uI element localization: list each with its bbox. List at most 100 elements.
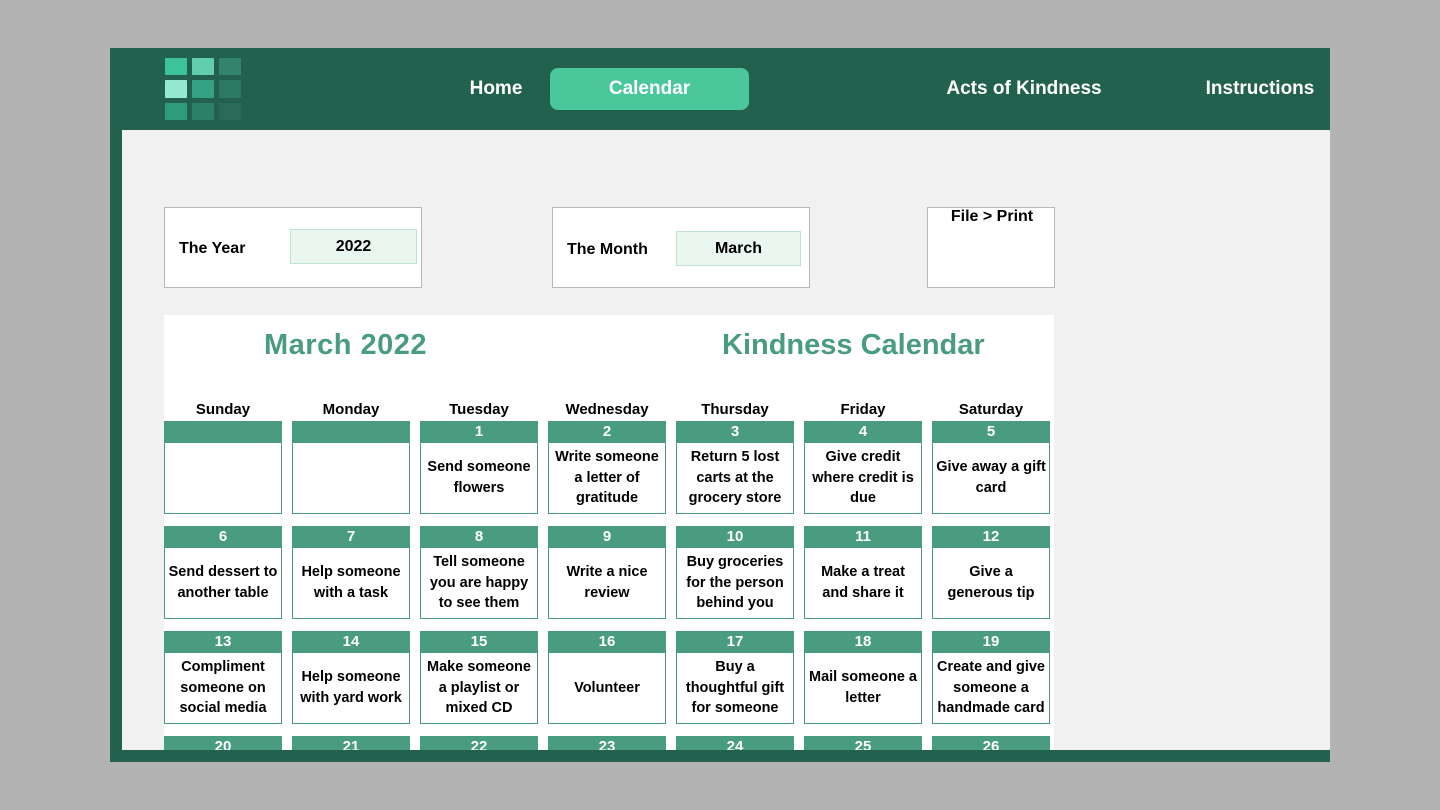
calendar-week-row: 1 Send someone flowers 2 Write someone a le… <box>164 421 1054 526</box>
calendar-day-9[interactable]: 9 Write a nice review <box>548 526 666 619</box>
day-cell-body: Write a nice review <box>548 548 666 619</box>
calendar-day-19[interactable]: 19 Create and give someone a handmade car… <box>932 631 1050 724</box>
day-cell-body: Mail someone a letter <box>804 653 922 724</box>
day-cell-body: Give credit where credit is due <box>804 443 922 514</box>
calendar-day-26[interactable]: 26Leave a kind note for <box>932 736 1050 750</box>
kindness-act-text: Create and give someone a handmade card <box>937 659 1045 717</box>
month-label: The Month <box>567 241 648 258</box>
day-cell-body: Send dessert to another table <box>164 548 282 619</box>
calendar-day-15[interactable]: 15 Make someone a playlist or mixed CD <box>420 631 538 724</box>
calendar-day-8[interactable]: 8 Tell someone you are happy to see them <box>420 526 538 619</box>
kindness-act-text: Give away a gift card <box>936 459 1046 496</box>
day-cell-body: Tell someone you are happy to see them <box>420 548 538 619</box>
calendar-day-18[interactable]: 18 Mail someone a letter <box>804 631 922 724</box>
day-number: 22 <box>420 736 538 750</box>
calendar-week-row: 13 Compliment someone on social media 14 He… <box>164 631 1054 736</box>
day-header-monday: Monday <box>322 401 380 418</box>
kindness-act-text: Mail someone a letter <box>809 669 917 706</box>
day-cell-body: Buy a thoughtful gift for someone <box>676 653 794 724</box>
calendar-month-year-title: March 2022 <box>264 329 427 361</box>
calendar-day-3[interactable]: 3 Return 5 lost carts at the grocery stor… <box>676 421 794 514</box>
calendar-day-empty[interactable] <box>292 421 410 514</box>
month-control-box: The Month March <box>552 207 810 288</box>
calendar-day-13[interactable]: 13 Compliment someone on social media <box>164 631 282 724</box>
calendar-day-12[interactable]: 12 Give a generous tip <box>932 526 1050 619</box>
kindness-act-text: Compliment someone on social media <box>179 659 267 717</box>
calendar-day-7[interactable]: 7 Help someone with a task <box>292 526 410 619</box>
calendar-day-25[interactable]: 25Call someone you admire and <box>804 736 922 750</box>
calendar-day-2[interactable]: 2 Write someone a letter of gratitude <box>548 421 666 514</box>
top-navigation-bar: Home Calendar Acts of Kindness Instructi… <box>110 48 1330 130</box>
day-number: 8 <box>420 526 538 548</box>
day-cell-body: Help someone with a task <box>292 548 410 619</box>
print-control-box[interactable]: File > Print <box>927 207 1055 288</box>
kindness-act-text: Return 5 lost carts at the grocery store <box>688 449 782 507</box>
calendar-day-20[interactable]: 20Buy someone <box>164 736 282 750</box>
calendar-day-23[interactable]: 23Take the time to listen to <box>548 736 666 750</box>
logo-square <box>165 80 187 98</box>
kindness-act-text: Send dessert to another table <box>168 564 278 601</box>
day-number: 1 <box>420 421 538 443</box>
day-cell-body: Compliment someone on social media <box>164 653 282 724</box>
day-cell-body: Make a treat and share it <box>804 548 922 619</box>
day-cell-body: Return 5 lost carts at the grocery store <box>676 443 794 514</box>
logo-square <box>219 58 241 76</box>
calendar-day-11[interactable]: 11 Make a treat and share it <box>804 526 922 619</box>
kindness-act-text: Help someone with yard work <box>300 669 402 706</box>
day-number: 11 <box>804 526 922 548</box>
calendar-day-22[interactable]: 22Pick up trash <box>420 736 538 750</box>
day-cell-body: Give away a gift card <box>932 443 1050 514</box>
calendar-day-10[interactable]: 10 Buy groceries for the person behind yo… <box>676 526 794 619</box>
day-number: 24 <box>676 736 794 750</box>
kindness-act-text: Volunteer <box>574 679 640 696</box>
logo-square <box>165 102 187 120</box>
day-number: 15 <box>420 631 538 653</box>
year-label: The Year <box>179 240 246 257</box>
kindness-act-text: Write a nice review <box>566 564 648 601</box>
logo-square <box>219 80 241 98</box>
year-input[interactable]: 2022 <box>290 229 417 264</box>
calendar-card: March 2022 Kindness Calendar Sunday Monda… <box>164 315 1054 750</box>
day-number: 9 <box>548 526 666 548</box>
application-window: Home Calendar Acts of Kindness Instructi… <box>110 48 1330 762</box>
logo-square <box>165 58 187 76</box>
calendar-day-6[interactable]: 6 Send dessert to another table <box>164 526 282 619</box>
calendar-day-empty[interactable] <box>164 421 282 514</box>
day-number: 10 <box>676 526 794 548</box>
day-number: 4 <box>804 421 922 443</box>
day-of-week-header-row: Sunday Monday Tuesday Wednesday Thursday Frid… <box>164 399 1054 421</box>
calendar-day-17[interactable]: 17 Buy a thoughtful gift for someone <box>676 631 794 724</box>
kindness-act-text: Buy a thoughtful gift for someone <box>685 659 785 717</box>
calendar-day-14[interactable]: 14 Help someone with yard work <box>292 631 410 724</box>
logo-square <box>192 58 214 76</box>
nav-tab-calendar[interactable]: Calendar <box>550 68 749 110</box>
day-header-saturday: Saturday <box>958 401 1024 418</box>
kindness-act-text: Buy groceries for the person behind you <box>686 554 784 612</box>
day-cell-body: Write someone a letter of gratitude <box>548 443 666 514</box>
kindness-act-text: Give credit where credit is due <box>812 449 914 507</box>
calendar-day-4[interactable]: 4 Give credit where credit is due <box>804 421 922 514</box>
file-print-button[interactable]: File > Print <box>928 208 1056 226</box>
calendar-day-1[interactable]: 1 Send someone flowers <box>420 421 538 514</box>
day-number: 5 <box>932 421 1050 443</box>
worksheet-area: The Year 2022 The Month March File > Pri… <box>122 130 1330 750</box>
day-number: 14 <box>292 631 410 653</box>
day-number: 7 <box>292 526 410 548</box>
day-number: 2 <box>548 421 666 443</box>
year-control-box: The Year 2022 <box>164 207 422 288</box>
day-number: 25 <box>804 736 922 750</box>
calendar-day-24[interactable]: 24Write a thank <box>676 736 794 750</box>
kindness-act-text: Make a treat and share it <box>821 564 905 601</box>
calendar-day-16[interactable]: 16 Volunteer <box>548 631 666 724</box>
kindness-act-text: Give a generous tip <box>947 564 1035 601</box>
month-input[interactable]: March <box>676 231 801 266</box>
day-cell-body: Help someone with yard work <box>292 653 410 724</box>
kindness-act-text: Tell someone you are happy to see them <box>429 554 529 612</box>
calendar-day-21[interactable]: 21Cook someone a <box>292 736 410 750</box>
day-number: 23 <box>548 736 666 750</box>
day-cell-body: Volunteer <box>548 653 666 724</box>
day-number: 12 <box>932 526 1050 548</box>
calendar-day-5[interactable]: 5 Give away a gift card <box>932 421 1050 514</box>
day-number: 18 <box>804 631 922 653</box>
nav-tab-instructions[interactable]: Instructions <box>1120 48 1330 130</box>
